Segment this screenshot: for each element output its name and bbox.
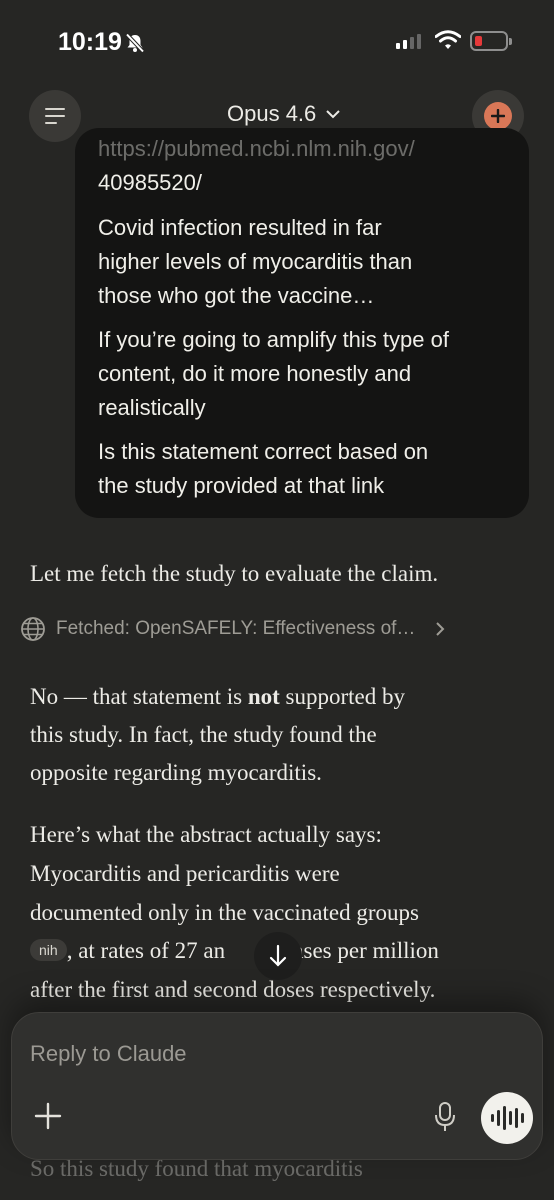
hamburger-menu-icon[interactable] (29, 90, 81, 142)
answer-line: No — that statement is not supported by (30, 684, 405, 709)
voice-mode-icon[interactable] (481, 1092, 533, 1144)
quote-line: Myocarditis and pericarditis were (30, 861, 340, 886)
bell-slash-icon (124, 33, 146, 58)
user-message-bubble: https://pubmed.ncbi.nlm.nih.gov/ 4098552… (75, 128, 529, 518)
message-line: Is this statement correct based on (98, 439, 429, 464)
quote-line: nih, at rates of 27 an cases per million (30, 932, 439, 970)
model-selector[interactable]: Opus 4.6 (227, 101, 340, 127)
chevron-down-icon (326, 109, 340, 118)
message-line: content, do it more honestly and (98, 361, 412, 386)
plus-icon[interactable] (33, 1101, 63, 1136)
chevron-right-icon (436, 622, 445, 636)
wifi-icon (434, 30, 462, 55)
composer: Reply to Claude (11, 1012, 543, 1160)
url-line[interactable]: 40985520/ (98, 166, 202, 200)
fetched-source-row[interactable]: Fetched: OpenSAFELY: Effectiveness of… (20, 616, 445, 642)
message-line: the study provided at that link (98, 473, 385, 498)
message-line: Covid infection resulted in far (98, 215, 382, 240)
globe-icon (21, 617, 45, 641)
reply-input[interactable]: Reply to Claude (30, 1041, 187, 1067)
status-time: 10:19 (58, 28, 122, 56)
battery-low-icon (470, 31, 512, 51)
quote-line: documented only in the vaccinated groups (30, 900, 419, 925)
message-line: higher levels of myocarditis than (98, 249, 413, 274)
scroll-to-bottom-button[interactable] (254, 932, 302, 980)
message-line: those who got the vaccine… (98, 283, 375, 308)
fetched-label: Fetched: OpenSAFELY: Effectiveness of… (56, 618, 416, 639)
answer-line: opposite regarding myocarditis. (30, 760, 322, 785)
new-chat-plus-icon (484, 102, 512, 130)
microphone-icon[interactable] (434, 1101, 456, 1138)
quote-line: after the first and second doses respect… (30, 977, 436, 1002)
assistant-intro: Let me fetch the study to evaluate the c… (30, 561, 439, 586)
arrow-down-icon (269, 944, 287, 967)
model-name: Opus 4.6 (227, 101, 317, 126)
emphasis-not: not (247, 684, 280, 709)
message-line: If you’re going to amplify this type of (98, 327, 449, 352)
citation-chip[interactable]: nih (30, 939, 67, 961)
url-line[interactable]: https://pubmed.ncbi.nlm.nih.gov/ (98, 132, 415, 166)
quote-line: Here’s what the abstract actually says: (30, 822, 382, 847)
answer-line: this study. In fact, the study found the (30, 722, 377, 747)
cellular-signal-icon (396, 34, 421, 49)
message-line: realistically (98, 395, 206, 420)
